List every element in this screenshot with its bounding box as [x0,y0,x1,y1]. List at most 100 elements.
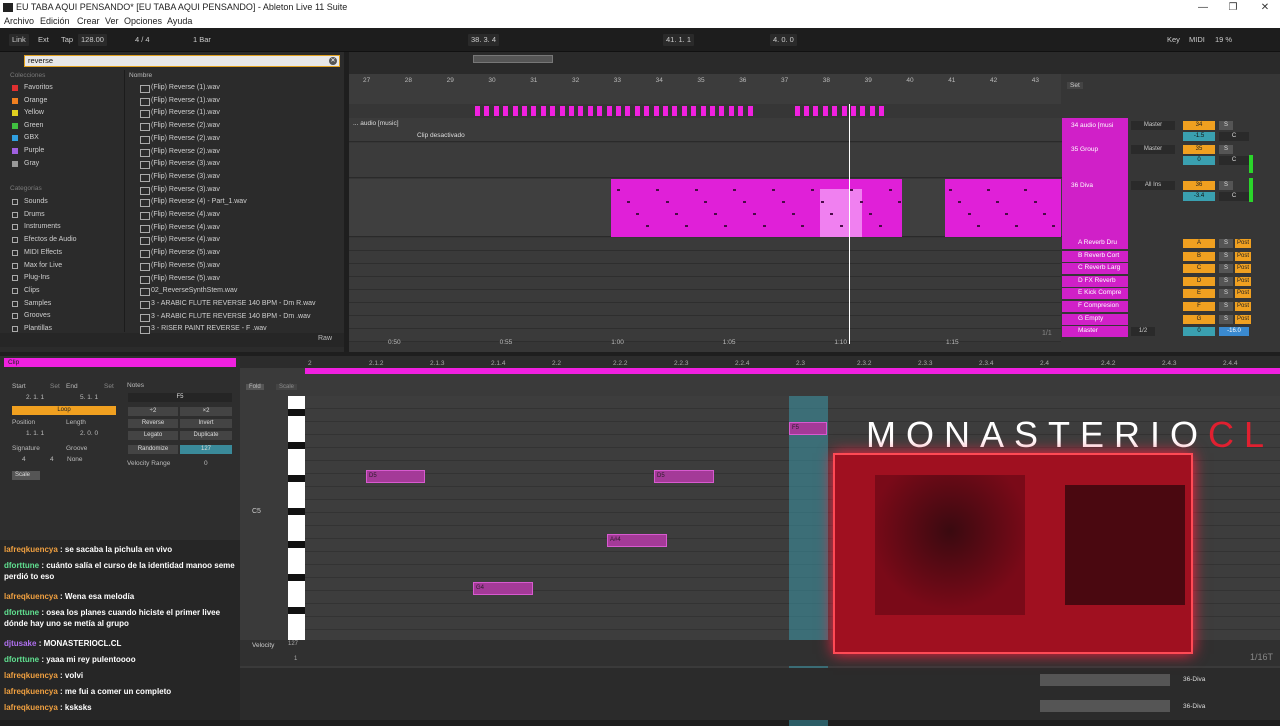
midi-note[interactable]: D5 [366,470,425,483]
chat-username[interactable]: lafreqkuencya [4,545,58,554]
post-button[interactable]: Post [1235,264,1251,274]
browser-file-item[interactable]: (Flip) Reverse (5).wav [138,273,220,285]
browser-file-item[interactable]: (Flip) Reverse (3).wav [138,184,220,196]
browser-file-item[interactable]: (Flip) Reverse (1).wav [138,82,220,94]
start-value[interactable]: 2. 1. 1 [26,394,44,401]
browser-file-item[interactable]: 3 - ARABIC FLUTE REVERSE 140 BPM - Dm .w… [138,311,311,323]
post-button[interactable]: Post [1235,276,1251,286]
raw-toggle[interactable]: Raw [318,335,332,342]
solo-button[interactable]: S [1219,314,1233,324]
return-letter[interactable]: G [1183,314,1215,324]
midi-clip-2[interactable] [945,179,1061,237]
category-item[interactable]: Clips [10,285,40,297]
return-letter[interactable]: F [1183,302,1215,311]
category-item[interactable]: Drums [10,209,45,221]
scale-button[interactable]: Scale [12,471,40,480]
category-item[interactable]: Efectos de Audio [10,234,77,246]
randomize-value[interactable]: 127 [180,445,232,454]
browser-file-item[interactable]: (Flip) Reverse (4).wav [138,234,220,246]
sig-numerator[interactable]: 4 [22,456,26,463]
menu-crear[interactable]: Crear [77,15,100,28]
browser-file-item[interactable]: 3 - ARABIC FLUTE REVERSE 140 BPM - Dm R.… [138,298,316,310]
output-routing[interactable]: Master [1131,145,1175,154]
track-number[interactable]: 34 [1183,121,1215,130]
solo-button[interactable]: S [1219,264,1233,274]
loop-start-field[interactable]: 41. 1. 1 [663,34,695,46]
velocity-range-value[interactable]: 0 [204,460,208,467]
chat-username[interactable]: lafreqkuencya [4,703,58,712]
solo-button[interactable]: S [1219,302,1233,311]
halve-button[interactable]: ÷2 [128,407,178,416]
name-column-header[interactable]: Nombre [129,72,152,79]
loop-button[interactable]: Loop [12,406,116,415]
return-letter[interactable]: A [1183,239,1215,248]
master-volume[interactable]: 0 [1183,327,1215,337]
arrangement-position[interactable]: 38. 3. 4 [468,34,500,46]
track-number[interactable]: 35 [1183,145,1215,154]
browser-file-item[interactable]: 02_ReverseSynthStem.wav [138,285,237,297]
midi-note[interactable]: A#4 [607,534,667,547]
clear-search-icon[interactable]: ✕ [329,57,337,65]
link-button[interactable]: Link [9,34,29,46]
pan-value[interactable]: C [1219,192,1249,201]
browser-file-item[interactable]: (Flip) Reverse (4) - Part_1.wav [138,196,247,208]
output-routing[interactable]: All Ins [1131,181,1175,190]
track-35-group[interactable] [349,143,1064,178]
key-map-button[interactable]: Key [1164,34,1183,46]
ext-button[interactable]: Ext [35,34,52,46]
browser-file-item[interactable]: (Flip) Reverse (1).wav [138,107,220,119]
return-letter[interactable]: D [1183,276,1215,286]
category-item[interactable]: Instruments [10,221,61,233]
start-set-button[interactable]: Set [50,383,60,390]
menu-ver[interactable]: Ver [105,15,119,28]
midi-clip-selection[interactable] [820,189,862,237]
collection-item[interactable]: Purple [10,145,44,157]
chat-username[interactable]: lafreqkuencya [4,592,58,601]
set-button[interactable]: Set [1067,82,1083,89]
return-letter[interactable]: C [1183,264,1215,274]
collection-item[interactable]: Gray [10,158,39,170]
chat-username[interactable]: dforttune [4,561,39,570]
collection-item[interactable]: Orange [10,95,47,107]
post-button[interactable]: Post [1235,239,1251,248]
scale-highlight-button[interactable]: Scale [276,384,298,390]
legato-button[interactable]: Legato [128,431,178,440]
browser-file-item[interactable]: (Flip) Reverse (5).wav [138,247,220,259]
collection-item[interactable]: Green [10,120,43,132]
browser-search-input[interactable]: reverse [24,55,340,67]
midi-note[interactable]: D5 [654,470,714,483]
track-audio-music[interactable]: ... audio [music] Clip desactivado [349,118,1064,142]
chat-username[interactable]: dforttune [4,655,39,664]
loop-length-field[interactable]: 4. 0. 0 [770,34,797,46]
quantize-menu[interactable]: 1 Bar [190,34,214,46]
solo-button[interactable]: S [1219,145,1233,154]
category-item[interactable]: Samples [10,298,51,310]
browser-file-item[interactable]: (Flip) Reverse (2).wav [138,146,220,158]
maximize-button[interactable]: ❐ [1218,0,1248,15]
menu-archivo[interactable]: Archivo [4,15,34,28]
tempo-field[interactable]: 128.00 [78,34,107,46]
menu-opciones[interactable]: Opciones [124,15,162,28]
post-button[interactable]: Post [1235,289,1251,299]
menu-edicion[interactable]: Edición [40,15,70,28]
category-item[interactable]: Plantillas [10,323,52,335]
midi-note[interactable]: F5 [789,422,827,435]
close-button[interactable]: ✕ [1250,0,1280,15]
return-letter[interactable]: E [1183,289,1215,299]
browser-file-item[interactable]: (Flip) Reverse (1).wav [138,95,220,107]
browser-file-item[interactable]: (Flip) Reverse (5).wav [138,260,220,272]
time-signature-field[interactable]: 4 / 4 [132,34,153,46]
browser-file-item[interactable]: (Flip) Reverse (2).wav [138,133,220,145]
position-value[interactable]: 1. 1. 1 [26,430,44,437]
chat-username[interactable]: lafreqkuencya [4,687,58,696]
midi-note[interactable]: G4 [473,582,533,595]
solo-button[interactable]: S [1219,121,1233,130]
piano-keys[interactable] [288,396,305,640]
pan-value[interactable]: C [1219,132,1249,141]
browser-file-item[interactable]: (Flip) Reverse (2).wav [138,120,220,132]
groove-select[interactable]: None [67,456,83,463]
collection-item[interactable]: Yellow [10,107,44,119]
solo-button[interactable]: S [1219,181,1233,190]
length-value[interactable]: 2. 0. 0 [80,430,98,437]
collection-item[interactable]: GBX [10,132,39,144]
